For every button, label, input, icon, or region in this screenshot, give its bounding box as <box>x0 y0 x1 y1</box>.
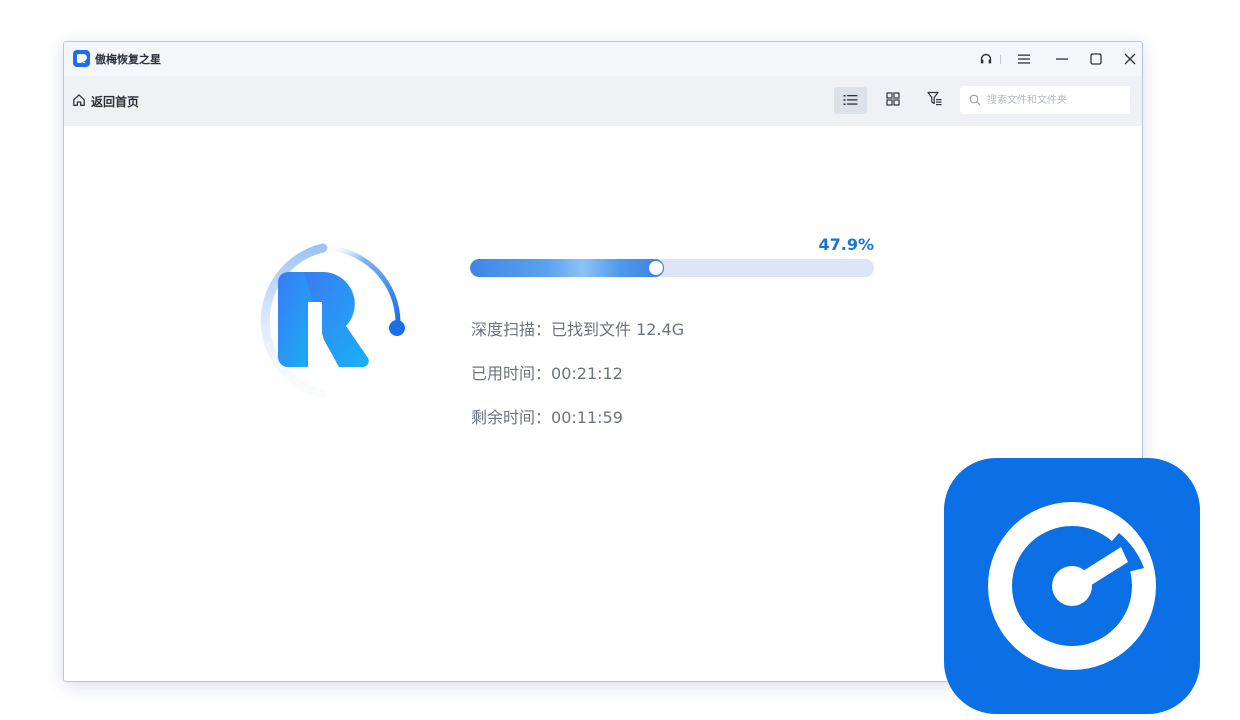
scan-progress-bar <box>470 259 874 277</box>
toolbar: 返回首页 <box>64 76 1142 126</box>
hamburger-menu-icon[interactable] <box>1014 50 1034 68</box>
filter-button[interactable] <box>918 87 951 114</box>
maximize-icon[interactable] <box>1086 50 1106 68</box>
headset-icon[interactable] <box>976 50 996 68</box>
remaining-time-value: 00:11:59 <box>551 408 623 427</box>
elapsed-time-label: 已用时间： <box>471 364 552 383</box>
grid-view-button[interactable] <box>876 87 909 114</box>
remaining-time: 剩余时间：00:11:59 <box>471 404 623 428</box>
screenshot-stage: 傲梅恢复之星 返回首页 搜索文件和文件夹 47.9% 深度扫描：已找到文件 12… <box>0 0 1240 720</box>
back-home-button[interactable]: 返回首页 <box>72 92 139 111</box>
minimize-icon[interactable] <box>1052 50 1072 68</box>
app-logo-icon <box>73 50 90 67</box>
remaining-time-label: 剩余时间： <box>471 408 552 427</box>
titlebar-divider <box>1000 55 1001 64</box>
home-icon <box>72 92 86 111</box>
app-title: 傲梅恢复之星 <box>95 53 161 66</box>
search-box[interactable] <box>960 86 1130 114</box>
close-icon[interactable] <box>1120 50 1140 68</box>
list-view-icon <box>843 91 858 110</box>
deep-scan-value: 已找到文件 12.4G <box>551 320 685 339</box>
deep-scan-label: 深度扫描： <box>471 320 552 339</box>
search-icon <box>969 94 981 106</box>
search-input[interactable] <box>985 93 1119 107</box>
scanning-logo-icon <box>244 238 414 408</box>
back-home-label: 返回首页 <box>91 95 140 109</box>
title-bar: 傲梅恢复之星 <box>64 42 1142 76</box>
progress-percent: 47.9% <box>818 235 874 254</box>
deep-scan-status: 深度扫描：已找到文件 12.4G <box>471 316 684 340</box>
elapsed-time-value: 00:21:12 <box>551 364 623 383</box>
disk-recovery-app-icon <box>944 458 1200 714</box>
list-view-button[interactable] <box>834 87 867 114</box>
filter-icon <box>926 91 943 110</box>
grid-view-icon <box>885 91 900 110</box>
scan-progress-fill <box>470 259 664 277</box>
elapsed-time: 已用时间：00:21:12 <box>471 360 623 384</box>
